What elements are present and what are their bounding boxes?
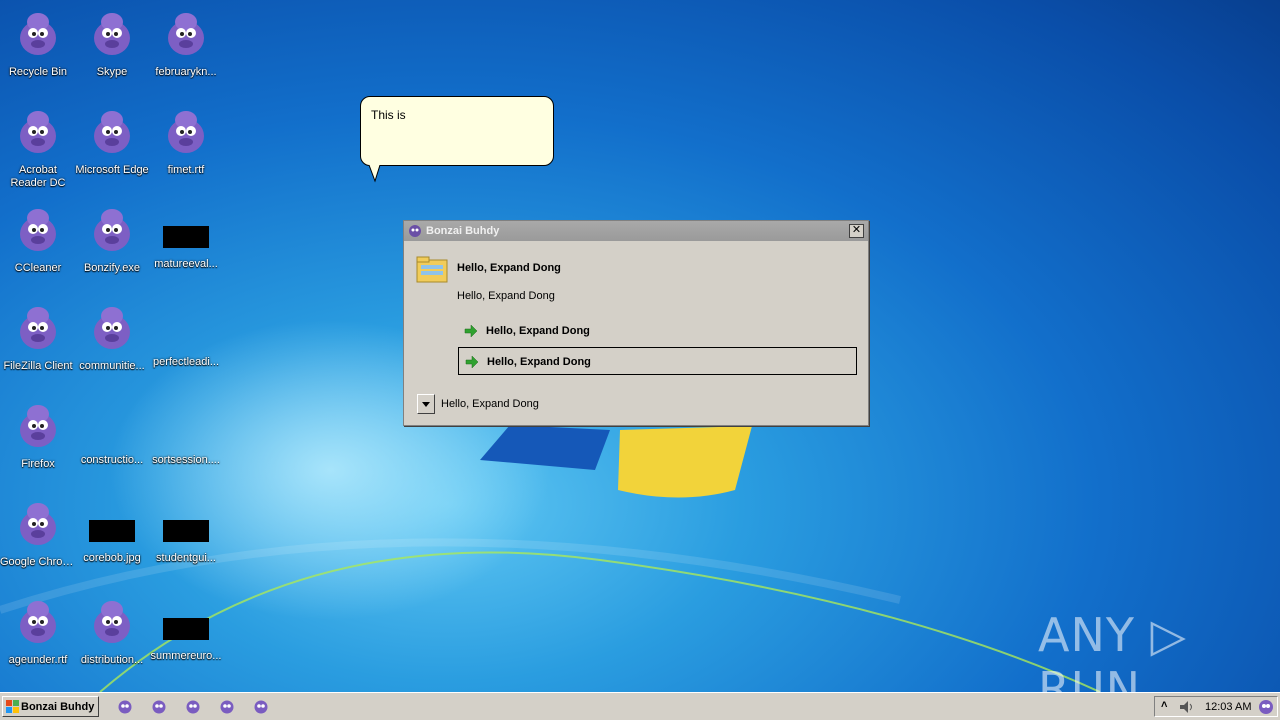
bonzi-purple-icon	[20, 405, 56, 447]
bonzi-purple-icon	[94, 13, 130, 55]
windows-logo-icon	[6, 700, 19, 713]
desktop-icon-recycle-bin[interactable]: Recycle Bin	[0, 8, 76, 79]
desktop-icon-label: Acrobat Reader DC	[10, 164, 66, 189]
desktop-icon-label: fimet.rtf	[167, 164, 205, 176]
desktop-icon-label: Google Chrome	[0, 556, 76, 568]
desktop-icon-distribution[interactable]: distribution...	[74, 596, 150, 667]
desktop-icon-label: corebob.jpg	[83, 552, 141, 564]
desktop-icon-sortsession[interactable]: sortsession....	[148, 400, 224, 467]
desktop-icon-label: Recycle Bin	[8, 66, 68, 78]
desktop-icon-constructio[interactable]: constructio...	[74, 400, 150, 467]
speech-bubble: This is	[360, 96, 554, 166]
bonzi-purple-icon	[94, 209, 130, 251]
speech-bubble-tail	[369, 165, 381, 183]
desktop-icon-label: perfectleadi...	[152, 356, 220, 368]
desktop-icon-matureeval[interactable]: matureeval...	[148, 204, 224, 271]
redacted-thumbnail	[163, 520, 209, 542]
desktop-icon-label: Firefox	[21, 458, 55, 470]
bonzi-purple-icon	[20, 307, 56, 349]
desktop-icon-google-chrome[interactable]: Google Chrome	[0, 498, 76, 569]
desktop-icon-summereuro[interactable]: summereuro...	[148, 596, 224, 663]
quicklaunch-bonzi-icon[interactable]	[253, 698, 269, 714]
desktop-icon-skype[interactable]: Skype	[74, 8, 150, 79]
blank-icon	[88, 400, 136, 450]
desktop-icon-ageunder-rtf[interactable]: ageunder.rtf	[0, 596, 76, 667]
desktop-icon-communitie[interactable]: communitie...	[74, 302, 150, 373]
bonzi-purple-icon	[94, 307, 130, 349]
desktop-icon-label: matureeval...	[154, 258, 218, 270]
option-button-1[interactable]: Hello, Expand Dong	[458, 317, 857, 345]
quicklaunch-bonzi-icon[interactable]	[219, 698, 235, 714]
bonzi-purple-icon	[20, 601, 56, 643]
dropdown-arrow-icon	[422, 402, 430, 407]
quicklaunch-bonzi-icon[interactable]	[151, 698, 167, 714]
dialog-heading: Hello, Expand Dong	[457, 262, 561, 274]
option-label-1: Hello, Expand Dong	[486, 325, 590, 337]
bonzi-purple-icon	[20, 503, 56, 545]
option-button-2[interactable]: Hello, Expand Dong	[458, 347, 857, 375]
desktop-icon-label: CCleaner	[14, 262, 62, 274]
redacted-thumbnail	[89, 520, 135, 542]
desktop-icon-label: summereuro...	[150, 650, 222, 662]
dialog-titlebar[interactable]: Bonzai Buhdy ✕	[404, 221, 868, 241]
bonzi-tray-icon[interactable]	[1257, 698, 1275, 716]
bonzai-dialog: Bonzai Buhdy ✕ Hello, Expand Dong Hello,…	[403, 220, 869, 426]
desktop-icon-label: constructio...	[80, 454, 144, 466]
bonzi-purple-icon	[20, 209, 56, 251]
green-arrow-icon	[464, 324, 478, 338]
desktop-icon-studentgui[interactable]: studentgui...	[148, 498, 224, 565]
desktop-icon-bonzify-exe[interactable]: Bonzify.exe	[74, 204, 150, 275]
start-button[interactable]: Bonzai Buhdy	[2, 696, 99, 717]
desktop-icon-label: studentgui...	[156, 552, 216, 564]
system-tray: ˄ 12:03 AM	[1154, 696, 1278, 717]
desktop-icon-perfectleadi[interactable]: perfectleadi...	[148, 302, 224, 369]
green-arrow-icon	[465, 355, 479, 369]
desktop-icon-filezilla-client[interactable]: FileZilla Client	[0, 302, 76, 373]
desktop-icon-label: Microsoft Edge	[75, 164, 149, 176]
quicklaunch-bonzi-icon[interactable]	[117, 698, 133, 714]
bonzi-purple-icon	[20, 111, 56, 153]
desktop-icon-microsoft-edge[interactable]: Microsoft Edge	[74, 106, 150, 177]
tray-expand-icon[interactable]: ˄	[1161, 699, 1167, 711]
speech-bubble-text: This is	[371, 108, 406, 122]
desktop-icon-label: ageunder.rtf	[8, 654, 68, 666]
desktop-icon-fimet-rtf[interactable]: fimet.rtf	[148, 106, 224, 177]
desktop-icon-label: februarykn...	[155, 66, 217, 78]
option-label-2: Hello, Expand Dong	[487, 356, 591, 368]
desktop-icon-label: communitie...	[79, 360, 145, 372]
dropdown-button[interactable]	[417, 394, 435, 414]
desktop-icon-februarykn[interactable]: februarykn...	[148, 8, 224, 79]
desktop-icon-label: distribution...	[80, 654, 144, 666]
quicklaunch-bonzi-icon[interactable]	[185, 698, 201, 714]
dialog-subtext: Hello, Expand Dong	[457, 290, 555, 302]
folder-icon	[416, 256, 448, 283]
desktop-icon-label: Bonzify.exe	[83, 262, 141, 274]
desktop-icon-firefox[interactable]: Firefox	[0, 400, 76, 471]
redacted-thumbnail	[163, 618, 209, 640]
blank-icon	[162, 400, 210, 450]
desktop-icon-acrobat-reader-dc[interactable]: Acrobat Reader DC	[0, 106, 76, 190]
taskbar: Bonzai Buhdy ˄ 12:03 AM	[0, 692, 1280, 720]
clock[interactable]: 12:03 AM	[1205, 701, 1251, 713]
desktop-icon-corebob-jpg[interactable]: corebob.jpg	[74, 498, 150, 565]
redacted-thumbnail	[163, 226, 209, 248]
desktop-icon-label: Skype	[96, 66, 128, 78]
desktop-icon-label: sortsession....	[152, 454, 220, 466]
bonzi-purple-icon	[168, 111, 204, 153]
bonzi-purple-icon	[20, 13, 56, 55]
dialog-title: Bonzai Buhdy	[426, 225, 500, 237]
blank-icon	[162, 302, 210, 352]
close-button[interactable]: ✕	[849, 224, 864, 238]
bonzi-purple-icon	[168, 13, 204, 55]
bonzi-purple-icon	[94, 111, 130, 153]
volume-icon[interactable]	[1179, 700, 1195, 714]
start-button-label: Bonzai Buhdy	[21, 701, 95, 713]
bonzi-purple-icon	[94, 601, 130, 643]
desktop-icon-label: FileZilla Client	[3, 360, 73, 372]
dropdown-label: Hello, Expand Dong	[441, 398, 539, 410]
bonzi-app-icon	[409, 225, 421, 237]
desktop-icon-ccleaner[interactable]: CCleaner	[0, 204, 76, 275]
close-icon: ✕	[851, 224, 862, 236]
